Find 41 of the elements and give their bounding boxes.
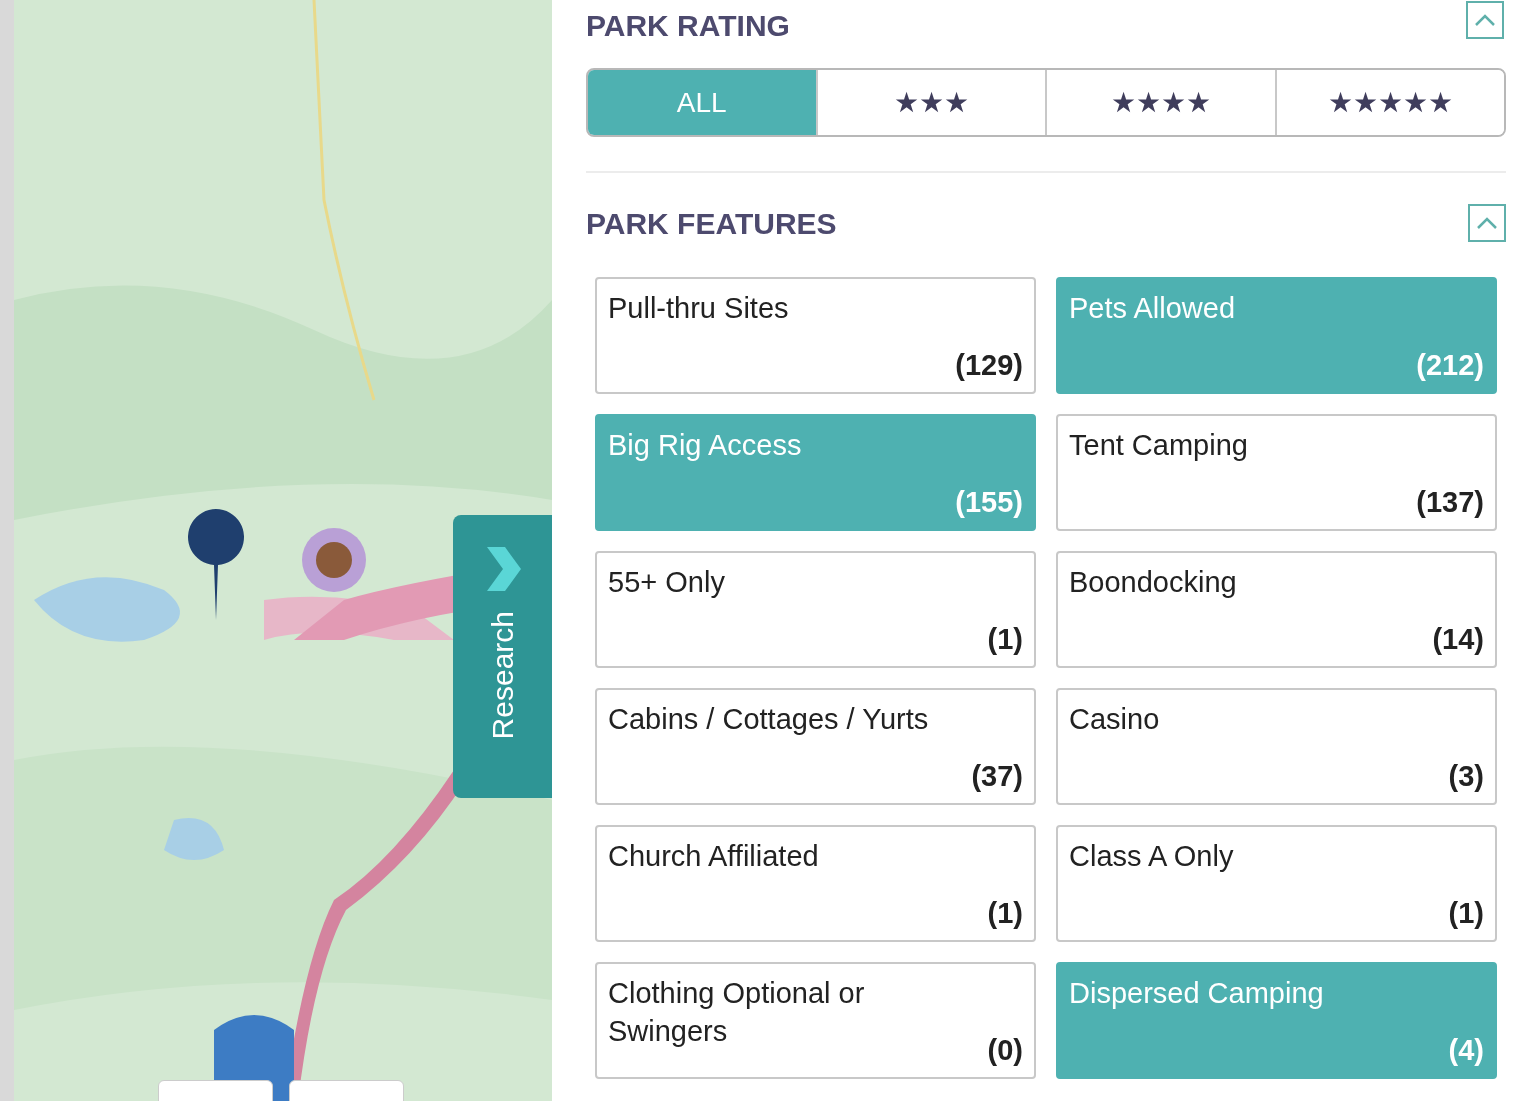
feature-filter-card[interactable]: Pull-thru Sites (129): [595, 277, 1036, 394]
feature-count: (212): [1416, 351, 1484, 380]
feature-count: (14): [1432, 625, 1484, 654]
feature-filter-card[interactable]: Clothing Optional or Swingers (0): [595, 962, 1036, 1079]
feature-filter-card[interactable]: Class A Only (1): [1056, 825, 1497, 942]
research-tab[interactable]: Research: [453, 515, 552, 798]
feature-label: Tent Camping: [1069, 428, 1249, 463]
feature-count: (1): [987, 625, 1023, 654]
feature-label: Church Affiliated: [608, 839, 820, 874]
feature-count: (155): [955, 488, 1023, 517]
feature-label: 55+ Only: [608, 565, 726, 600]
feature-label: Pull-thru Sites: [608, 291, 790, 326]
chevron-up-icon: [1476, 217, 1498, 229]
rating-tab[interactable]: ★★★★★: [1274, 70, 1504, 135]
feature-label: Pets Allowed: [1069, 291, 1237, 326]
feature-label: Casino: [1069, 702, 1161, 737]
feature-count: (4): [1448, 1036, 1484, 1065]
feature-label: Cabins / Cottages / Yurts: [608, 702, 930, 737]
feature-filter-card[interactable]: Church Affiliated (1): [595, 825, 1036, 942]
feature-count: (37): [971, 762, 1023, 791]
chevron-up-icon: [1474, 14, 1496, 26]
feature-count: (3): [1448, 762, 1484, 791]
collapse-button[interactable]: [1468, 204, 1506, 242]
feature-filter-card[interactable]: 55+ Only (1): [595, 551, 1036, 668]
feature-label: Big Rig Access: [608, 428, 803, 463]
feature-filter-card[interactable]: Casino (3): [1056, 688, 1497, 805]
feature-count: (1): [1448, 899, 1484, 928]
section-title: PARK FEATURES: [586, 205, 837, 242]
feature-label: Clothing Optional or Swingers: [608, 976, 866, 1049]
feature-count: (129): [955, 351, 1023, 380]
feature-filter-card[interactable]: Cabins / Cottages / Yurts (37): [595, 688, 1036, 805]
feature-count: (0): [987, 1036, 1023, 1065]
collapse-button[interactable]: [1466, 1, 1504, 39]
feature-label: Class A Only: [1069, 839, 1235, 874]
feature-filter-card[interactable]: Tent Camping (137): [1056, 414, 1497, 531]
feature-filter-card[interactable]: Boondocking (14): [1056, 551, 1497, 668]
feature-count: (1): [987, 899, 1023, 928]
feature-label: Boondocking: [1069, 565, 1238, 600]
feature-label: Dispersed Camping: [1069, 976, 1325, 1011]
section-title: PARK RATING: [586, 7, 790, 44]
feature-count: (137): [1416, 488, 1484, 517]
